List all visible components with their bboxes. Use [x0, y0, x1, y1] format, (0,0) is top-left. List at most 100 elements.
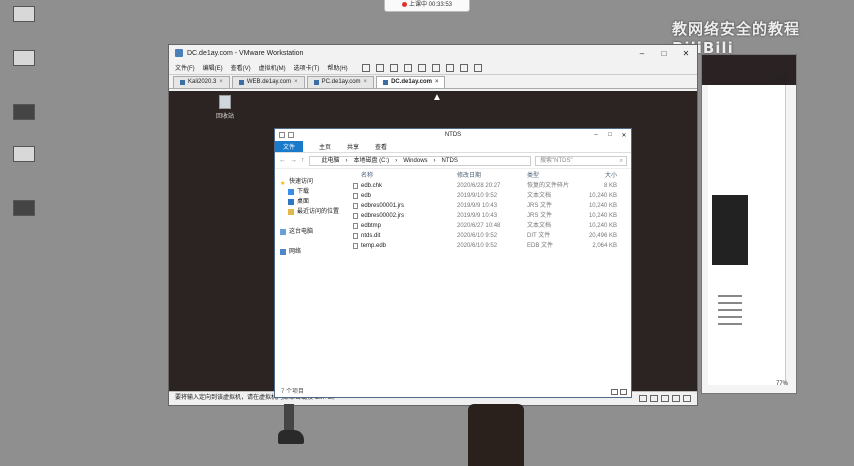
menu-vm[interactable]: 虚拟机(M): [259, 63, 286, 72]
menu-file[interactable]: 文件(F): [175, 63, 195, 72]
hdd-icon[interactable]: [639, 395, 647, 402]
display-icon[interactable]: [683, 395, 691, 402]
file-size: 20,496 KB: [588, 233, 617, 239]
background-window[interactable]: ✕ 关闭 77%: [701, 54, 797, 394]
tab-close-icon[interactable]: ×: [219, 77, 223, 88]
tab-close-icon[interactable]: ×: [435, 77, 439, 88]
recording-bar[interactable]: 上课中 00:33:53: [384, 0, 470, 12]
file-row[interactable]: edbres00001.jrs 2019/9/9 10:43 JRS 文件 10…: [353, 201, 629, 211]
minimize-button[interactable]: –: [631, 49, 653, 58]
manage-snapshot-icon[interactable]: [417, 63, 426, 72]
ribbon-view[interactable]: 查看: [375, 142, 387, 151]
pause-icon[interactable]: [361, 63, 370, 72]
nav-recent[interactable]: 最近访问的位置: [275, 207, 347, 217]
recent-folder-icon: [288, 209, 294, 215]
vm-icon: [313, 80, 319, 85]
file-name: temp.edb: [361, 243, 387, 249]
file-size: 10,240 KB: [588, 203, 617, 209]
console-icon[interactable]: [459, 63, 468, 72]
unity-icon[interactable]: [445, 63, 454, 72]
file-row[interactable]: edb.chk 2020/6/28 20:27 恢复的文件碎片 8 KB: [353, 181, 629, 191]
video-figure-legs: [276, 404, 316, 456]
menu-tabs[interactable]: 选项卡(T): [294, 63, 320, 72]
file-row[interactable]: edbtmp 2020/6/27 10:48 文本文档 10,240 KB: [353, 221, 629, 231]
tab-close-icon[interactable]: ×: [294, 77, 298, 88]
search-input[interactable]: 搜索"NTDS" ⌕: [535, 155, 627, 166]
nav-network[interactable]: 网络: [275, 247, 347, 257]
desktop-icon-3[interactable]: [4, 104, 44, 130]
maximize-button[interactable]: □: [653, 49, 675, 58]
ribbon-share[interactable]: 共享: [347, 142, 359, 151]
fullscreen-icon[interactable]: [431, 63, 440, 72]
file-row[interactable]: ntds.dit 2020/6/10 9:52 DIT 文件 20,496 KB: [353, 231, 629, 241]
tab-label: WEB.de1ay.com: [246, 79, 292, 85]
tab-web[interactable]: WEB.de1ay.com ×: [231, 76, 305, 88]
file-list-header: 名称 修改日期 类型 大小: [353, 171, 629, 181]
recycle-bin-label: 回收站: [215, 114, 234, 120]
watermark: 教网络安全的教程 BiliBili: [672, 20, 801, 57]
sound-icon[interactable]: [672, 395, 680, 402]
vmware-tab-bar: Kali2020.3 × WEB.de1ay.com × PC.de1ay.com ×…: [169, 75, 697, 89]
vmware-title: DC.de1ay.com - VMware Workstation: [187, 49, 304, 57]
column-type[interactable]: 类型: [527, 171, 583, 181]
usb-icon[interactable]: [661, 395, 669, 402]
revert-icon[interactable]: [403, 63, 412, 72]
explorer-window[interactable]: NTDS – □ ✕ 文件 主页 共享 查看 ← → ↑ 此电脑 › 本地磁盘 (…: [274, 128, 632, 398]
stretch-icon[interactable]: [473, 63, 482, 72]
large-icons-view-icon[interactable]: [620, 389, 627, 395]
desktop-icon-5[interactable]: [4, 200, 44, 226]
ribbon-file[interactable]: 文件: [275, 141, 304, 152]
file-icon: [353, 243, 358, 249]
nav-this-pc[interactable]: 这台电脑: [275, 227, 347, 237]
snapshot-icon[interactable]: [389, 63, 398, 72]
file-row[interactable]: edbres00002.jrs 2019/9/9 10:43 JRS 文件 10…: [353, 211, 629, 221]
explorer-nav-pane: ★ 快速访问 下载 桌面 最近访问的位置 这台电脑 网络: [275, 169, 347, 387]
desktop-icon-2[interactable]: [4, 50, 44, 76]
file-list: 名称 修改日期 类型 大小 edb.chk 2020/6/28 20:27 恢复…: [353, 171, 629, 251]
menu-help[interactable]: 帮助(H): [327, 63, 347, 72]
desktop-icon-1[interactable]: [4, 6, 44, 32]
file-type: 文本文档: [527, 193, 552, 199]
close-button[interactable]: ✕: [675, 49, 697, 58]
nav-desktop[interactable]: 桌面: [275, 197, 347, 207]
breadcrumb-ntds[interactable]: NTDS: [442, 157, 458, 165]
close-button[interactable]: ✕ 关闭: [766, 73, 788, 83]
app-icon: [13, 200, 35, 216]
up-icon[interactable]: ↑: [301, 157, 305, 164]
file-size: 2,064 KB: [592, 243, 617, 249]
menu-edit[interactable]: 编辑(E): [203, 63, 223, 72]
tab-pc[interactable]: PC.de1ay.com ×: [306, 76, 375, 88]
send-keys-icon[interactable]: [375, 63, 384, 72]
tab-label: DC.de1ay.com: [391, 79, 432, 85]
breadcrumb-c-drive[interactable]: 本地磁盘 (C:): [354, 157, 390, 165]
breadcrumb-this-pc[interactable]: 此电脑: [322, 157, 340, 165]
search-icon: ⌕: [619, 157, 623, 164]
desktop-icon-4[interactable]: [4, 146, 44, 172]
file-type: EDB 文件: [527, 243, 554, 249]
network-icon[interactable]: [650, 395, 658, 402]
vmware-logo-icon: [175, 49, 183, 57]
zoom-level: 77%: [775, 381, 788, 387]
nav-quick-access[interactable]: ★ 快速访问: [275, 177, 347, 187]
file-row[interactable]: edb 2019/9/10 9:52 文本文档 10,240 KB: [353, 191, 629, 201]
recycle-bin[interactable]: 回收站: [213, 95, 237, 120]
details-view-icon[interactable]: [611, 389, 618, 395]
ribbon-home[interactable]: 主页: [319, 142, 331, 151]
video-figure: [468, 404, 524, 466]
column-size[interactable]: 大小: [583, 171, 617, 181]
tab-dc[interactable]: DC.de1ay.com ×: [376, 76, 446, 88]
explorer-ribbon: 文件 主页 共享 查看: [275, 141, 631, 153]
file-row[interactable]: temp.edb 2020/6/10 9:52 EDB 文件 2,064 KB: [353, 241, 629, 251]
column-date[interactable]: 修改日期: [457, 171, 527, 181]
address-bar[interactable]: 此电脑 › 本地磁盘 (C:) › Windows › NTDS: [308, 155, 531, 166]
breadcrumb-windows[interactable]: Windows: [403, 157, 427, 165]
menu-view[interactable]: 查看(V): [231, 63, 251, 72]
forward-icon[interactable]: →: [290, 157, 297, 164]
tab-kali[interactable]: Kali2020.3 ×: [173, 76, 230, 88]
document-icon: [13, 50, 35, 66]
nav-downloads[interactable]: 下载: [275, 187, 347, 197]
back-icon[interactable]: ←: [279, 157, 286, 164]
qr-code-icon: [13, 146, 35, 162]
column-name[interactable]: 名称: [353, 171, 457, 181]
tab-close-icon[interactable]: ×: [364, 77, 368, 88]
